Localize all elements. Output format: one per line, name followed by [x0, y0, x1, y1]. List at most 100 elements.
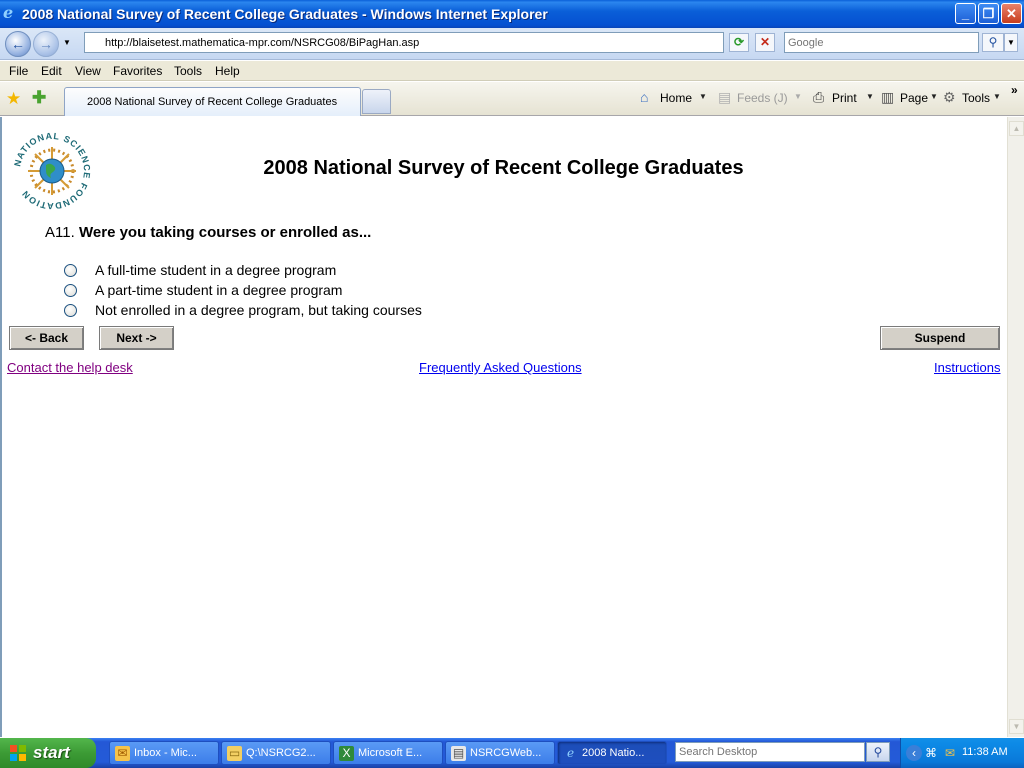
task-label: Q:\NSRCG2... — [246, 747, 316, 759]
taskbar: start ✉ Inbox - Mic... ▭ Q:\NSRCG2... X … — [0, 738, 1024, 768]
start-button[interactable]: start — [0, 738, 96, 768]
search-input[interactable] — [785, 33, 978, 52]
stop-button[interactable]: ✕ — [755, 33, 775, 52]
radio-full-time[interactable] — [64, 264, 77, 277]
network-icon[interactable]: ⌘ — [923, 745, 939, 761]
desktop-search-input[interactable] — [676, 743, 864, 761]
print-button[interactable]: Print — [832, 91, 857, 105]
search-go-button[interactable]: ⚲ — [982, 33, 1004, 52]
home-button[interactable]: Home — [660, 91, 692, 105]
document-icon: ▤ — [451, 746, 466, 761]
search-options-button[interactable]: ▼ — [1004, 33, 1018, 52]
instructions-link[interactable]: Instructions — [934, 360, 1000, 375]
restore-button[interactable]: ❐ — [978, 3, 999, 24]
windows-flag-icon — [10, 745, 26, 761]
clock[interactable]: 11:38 AM — [962, 746, 1008, 758]
window-title: 2008 National Survey of Recent College G… — [22, 6, 548, 22]
recent-pages-dropdown[interactable]: ▼ — [63, 38, 71, 47]
new-tab-button[interactable] — [362, 89, 391, 114]
option-label[interactable]: A part-time student in a degree program — [95, 282, 342, 298]
minimize-button[interactable]: _ — [955, 3, 976, 24]
task-outlook-inbox[interactable]: ✉ Inbox - Mic... — [109, 741, 219, 765]
scroll-up-arrow-icon[interactable]: ▲ — [1009, 121, 1024, 136]
address-url: http://blaisetest.mathematica-mpr.com/NS… — [105, 37, 420, 49]
page-menu-button[interactable]: Page — [900, 91, 928, 105]
help-desk-link[interactable]: Contact the help desk — [7, 360, 133, 375]
question-text: Were you taking courses or enrolled as..… — [79, 224, 372, 241]
menu-edit[interactable]: Edit — [41, 64, 62, 78]
tools-dropdown[interactable]: ▼ — [993, 92, 1001, 101]
task-ie-survey[interactable]: e 2008 Natio... — [557, 741, 667, 765]
chevron-more-icon[interactable]: » — [1011, 83, 1018, 97]
suspend-button[interactable]: Suspend — [880, 326, 1000, 350]
menu-file[interactable]: File — [9, 64, 28, 78]
ie-logo-icon: e — [3, 3, 14, 22]
page-content — [0, 117, 1007, 737]
print-dropdown[interactable]: ▼ — [866, 92, 874, 101]
task-label: Inbox - Mic... — [134, 747, 197, 759]
title-bar: e 2008 National Survey of Recent College… — [0, 0, 1024, 28]
back-nav-button[interactable]: ← — [5, 31, 31, 57]
home-dropdown[interactable]: ▼ — [699, 92, 707, 101]
favorites-center-star-icon[interactable]: ★ — [6, 89, 21, 109]
refresh-icon: ⟳ — [733, 35, 745, 49]
feeds-icon: ▤ — [718, 89, 732, 105]
stop-icon: ✕ — [759, 35, 771, 49]
ie-icon: e — [566, 746, 575, 760]
refresh-button[interactable]: ⟳ — [729, 33, 749, 52]
faq-link[interactable]: Frequently Asked Questions — [419, 360, 582, 375]
add-favorite-icon[interactable]: ✚ — [32, 88, 46, 108]
task-label: 2008 Natio... — [582, 747, 645, 759]
gear-icon[interactable]: ⚙ — [943, 89, 956, 106]
option-label[interactable]: Not enrolled in a degree program, but ta… — [95, 302, 422, 318]
outlook-tray-icon[interactable]: ✉ — [942, 745, 958, 761]
task-label: NSRCGWeb... — [470, 747, 542, 759]
magnifier-icon: ⚲ — [988, 35, 998, 49]
close-button[interactable]: ✕ — [1001, 3, 1022, 24]
excel-icon: X — [339, 746, 354, 761]
task-excel[interactable]: X Microsoft E... — [333, 741, 443, 765]
page-icon[interactable]: ▥ — [881, 89, 894, 106]
next-button[interactable]: Next -> — [99, 326, 174, 350]
search-field[interactable] — [784, 32, 979, 53]
arrow-right-icon: → — [39, 36, 53, 52]
survey-title: 2008 National Survey of Recent College G… — [263, 157, 744, 179]
address-field[interactable]: http://blaisetest.mathematica-mpr.com/NS… — [84, 32, 808, 53]
tab-label: 2008 National Survey of Recent College G… — [87, 96, 338, 108]
tray-expand-chevron-icon[interactable]: ‹ — [906, 745, 922, 761]
feeds-button[interactable]: Feeds (J) — [737, 91, 788, 105]
folder-icon: ▭ — [227, 746, 242, 761]
scroll-down-arrow-icon[interactable]: ▼ — [1009, 719, 1024, 734]
magnifier-icon: ⚲ — [873, 745, 883, 759]
printer-icon[interactable]: ⎙ — [813, 89, 824, 106]
desktop-search-field[interactable] — [675, 742, 865, 762]
task-label: Microsoft E... — [358, 747, 423, 759]
arrow-left-icon: ← — [11, 36, 25, 52]
task-folder[interactable]: ▭ Q:\NSRCG2... — [221, 741, 331, 765]
menu-help[interactable]: Help — [215, 64, 240, 78]
restore-icon: ❐ — [982, 6, 995, 21]
task-document[interactable]: ▤ NSRCGWeb... — [445, 741, 555, 765]
tab-current-page[interactable]: 2008 National Survey of Recent College G… — [64, 87, 361, 116]
question-number: A11. — [45, 224, 75, 241]
back-button[interactable]: <- Back — [9, 326, 84, 350]
start-label: start — [33, 743, 70, 762]
page-dropdown[interactable]: ▼ — [930, 92, 938, 101]
outlook-icon: ✉ — [115, 746, 130, 761]
option-label[interactable]: A full-time student in a degree program — [95, 262, 336, 278]
feeds-dropdown[interactable]: ▼ — [794, 92, 802, 101]
radio-not-enrolled[interactable] — [64, 304, 77, 317]
desktop-search-button[interactable]: ⚲ — [866, 742, 890, 762]
menu-bar: File Edit View Favorites Tools Help — [0, 61, 1024, 81]
menu-view[interactable]: View — [75, 64, 101, 78]
forward-nav-button[interactable]: → — [33, 31, 59, 57]
close-icon: ✕ — [1006, 6, 1017, 21]
vertical-scrollbar[interactable]: ▲ ▼ — [1007, 117, 1024, 737]
menu-favorites[interactable]: Favorites — [113, 64, 162, 78]
minimize-icon: _ — [961, 6, 970, 21]
radio-part-time[interactable] — [64, 284, 77, 297]
tools-menu-button[interactable]: Tools — [962, 91, 990, 105]
home-icon[interactable]: ⌂ — [640, 89, 648, 105]
address-toolbar: ← → ▼ http://blaisetest.mathematica-mpr.… — [0, 28, 1024, 60]
menu-tools[interactable]: Tools — [174, 64, 202, 78]
